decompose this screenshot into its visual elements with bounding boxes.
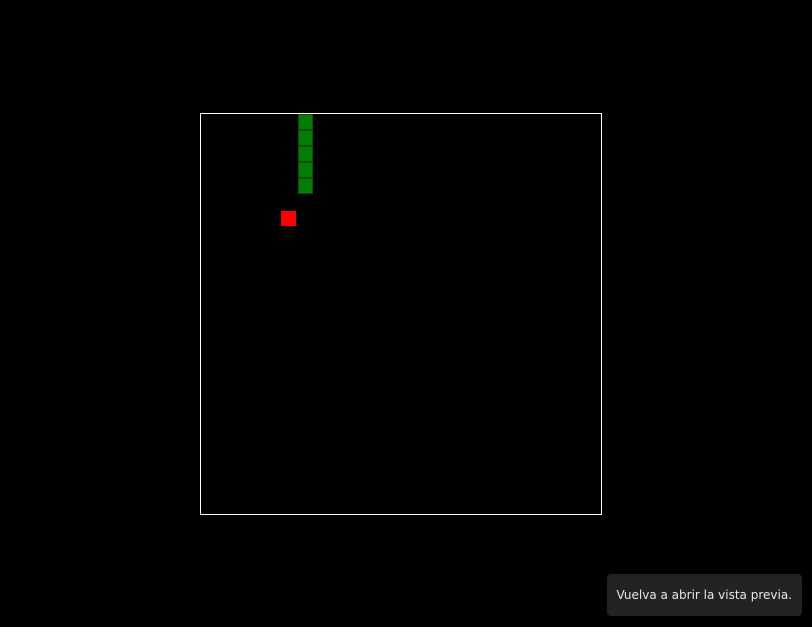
game-board bbox=[200, 113, 602, 515]
game-window: Vuelva a abrir la vista previa. bbox=[0, 0, 812, 627]
snake-segment bbox=[297, 114, 313, 130]
reopen-preview-toast[interactable]: Vuelva a abrir la vista previa. bbox=[606, 574, 802, 616]
snake-segment bbox=[297, 162, 313, 178]
snake-segment bbox=[297, 130, 313, 146]
snake-head bbox=[297, 178, 313, 194]
snake-segment bbox=[297, 146, 313, 162]
food-pellet bbox=[281, 210, 296, 226]
